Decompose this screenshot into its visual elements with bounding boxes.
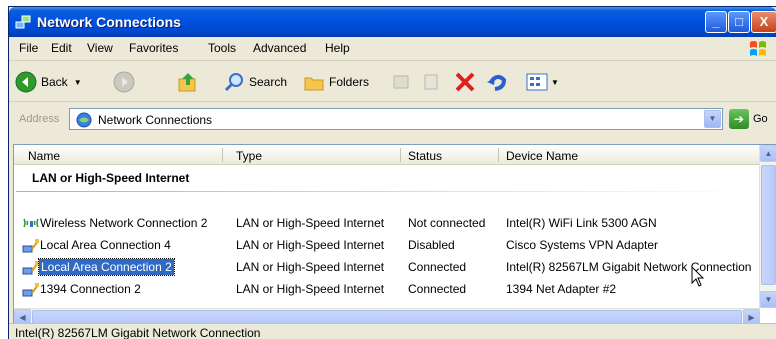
list-item[interactable]: Wireless Network Connection 2 LAN or Hig… [14, 213, 759, 233]
lan-icon [22, 239, 39, 253]
list-item[interactable]: Local Area Connection 4 LAN or High-Spee… [14, 235, 759, 255]
undo-arrow-icon [487, 75, 507, 91]
group-header: LAN or High-Speed Internet [32, 171, 190, 185]
menu-tools[interactable]: Tools [208, 41, 236, 55]
network-connections-icon [15, 15, 31, 29]
column-divider[interactable] [498, 148, 499, 162]
standard-toolbar: Back ▼ Search Folders ▼ [9, 62, 776, 102]
move-to-icon [393, 75, 409, 89]
column-device-name[interactable]: Device Name [506, 149, 578, 163]
connection-type: LAN or High-Speed Internet [236, 260, 385, 274]
connection-device: 1394 Net Adapter #2 [506, 282, 617, 296]
search-label: Search [249, 75, 288, 89]
connection-status: Disabled [408, 238, 455, 252]
connection-name: Local Area Connection 4 [40, 238, 171, 252]
connections-list: Name Type Status Device Name LAN or High… [13, 144, 776, 326]
views-grid-icon [526, 73, 548, 91]
column-divider[interactable] [400, 148, 401, 162]
menu-favorites[interactable]: Favorites [129, 41, 178, 55]
go-arrow-icon[interactable]: ➔ [729, 109, 749, 129]
up-folder-button[interactable] [177, 70, 199, 94]
status-bar: Intel(R) 82567LM Gigabit Network Connect… [9, 323, 776, 339]
folders-icon [304, 77, 324, 91]
column-name[interactable]: Name [28, 149, 60, 163]
lan-icon [22, 283, 39, 297]
connection-type: LAN or High-Speed Internet [236, 216, 385, 230]
window-title: Network Connections [37, 14, 181, 30]
connection-name: Local Area Connection 2 [38, 258, 175, 276]
connection-type: LAN or High-Speed Internet [236, 238, 385, 252]
undo-button[interactable] [485, 70, 509, 94]
column-type[interactable]: Type [236, 149, 262, 163]
network-folder-icon [76, 112, 92, 128]
address-label: Address [19, 113, 60, 125]
title-bar[interactable]: Network Connections _ □ X [9, 7, 776, 37]
menu-bar: File Edit View Favorites Tools Advanced … [9, 37, 776, 61]
connection-type: LAN or High-Speed Internet [236, 282, 385, 296]
delete-button[interactable] [453, 70, 477, 94]
back-button[interactable]: Back ▼ [15, 70, 82, 94]
column-header: Name Type Status Device Name [14, 145, 759, 165]
status-text: Intel(R) 82567LM Gigabit Network Connect… [15, 326, 261, 339]
copy-to-button[interactable] [421, 70, 443, 94]
folders-button[interactable]: Folders [303, 70, 369, 94]
move-to-button[interactable] [391, 70, 413, 94]
connection-status: Connected [408, 282, 467, 296]
menu-file[interactable]: File [19, 41, 38, 55]
search-icon [224, 73, 243, 92]
menu-help[interactable]: Help [325, 41, 350, 55]
vertical-scrollbar[interactable]: ▲ ▼ [759, 145, 776, 308]
search-button[interactable]: Search [223, 70, 287, 94]
connection-device: Intel(R) 82567LM Gigabit Network Connect… [506, 260, 752, 274]
connection-status: Not connected [408, 216, 486, 230]
group-divider [16, 191, 756, 192]
wireless-icon [23, 218, 39, 228]
address-value: Network Connections [98, 113, 213, 127]
vertical-scroll-thumb[interactable] [761, 165, 776, 285]
copy-to-icon [424, 74, 438, 90]
connection-status: Connected [408, 260, 467, 274]
maximize-button[interactable]: □ [728, 11, 750, 33]
views-button[interactable]: ▼ [525, 70, 559, 94]
scroll-up-icon[interactable]: ▲ [760, 145, 776, 162]
go-button[interactable]: Go [753, 113, 768, 125]
up-folder-icon [178, 73, 196, 92]
back-label: Back [41, 75, 68, 89]
back-dropdown-icon[interactable]: ▼ [74, 78, 82, 87]
menu-view[interactable]: View [87, 41, 113, 55]
views-dropdown-icon: ▼ [551, 77, 559, 87]
forward-arrow-icon [113, 71, 135, 93]
connection-device: Cisco Systems VPN Adapter [506, 238, 659, 252]
windows-logo-icon [750, 41, 766, 56]
column-status[interactable]: Status [408, 149, 442, 163]
address-bar: Address Network Connections ▼ ➔ Go [9, 103, 776, 135]
back-arrow-icon [15, 71, 37, 93]
delete-x-icon [455, 72, 475, 92]
close-button[interactable]: X [751, 11, 776, 33]
mouse-pointer-icon [691, 266, 705, 287]
folders-label: Folders [329, 75, 370, 89]
connection-name: 1394 Connection 2 [40, 282, 141, 296]
list-item[interactable]: 1394 Connection 2 LAN or High-Speed Inte… [14, 279, 759, 299]
minimize-button[interactable]: _ [705, 11, 727, 33]
connection-device: Intel(R) WiFi Link 5300 AGN [506, 216, 657, 230]
menu-advanced[interactable]: Advanced [253, 41, 306, 55]
connection-name: Wireless Network Connection 2 [40, 216, 208, 230]
column-divider[interactable] [222, 148, 223, 162]
menu-edit[interactable]: Edit [51, 41, 72, 55]
scroll-down-icon[interactable]: ▼ [760, 291, 776, 308]
forward-button[interactable] [113, 70, 135, 94]
address-input[interactable]: Network Connections ▼ [69, 108, 723, 130]
lan-icon [22, 261, 39, 275]
explorer-window: Network Connections _ □ X File Edit View… [8, 6, 776, 339]
address-dropdown-icon[interactable]: ▼ [704, 110, 721, 128]
list-item-selected[interactable]: Local Area Connection 2 LAN or High-Spee… [14, 257, 759, 277]
